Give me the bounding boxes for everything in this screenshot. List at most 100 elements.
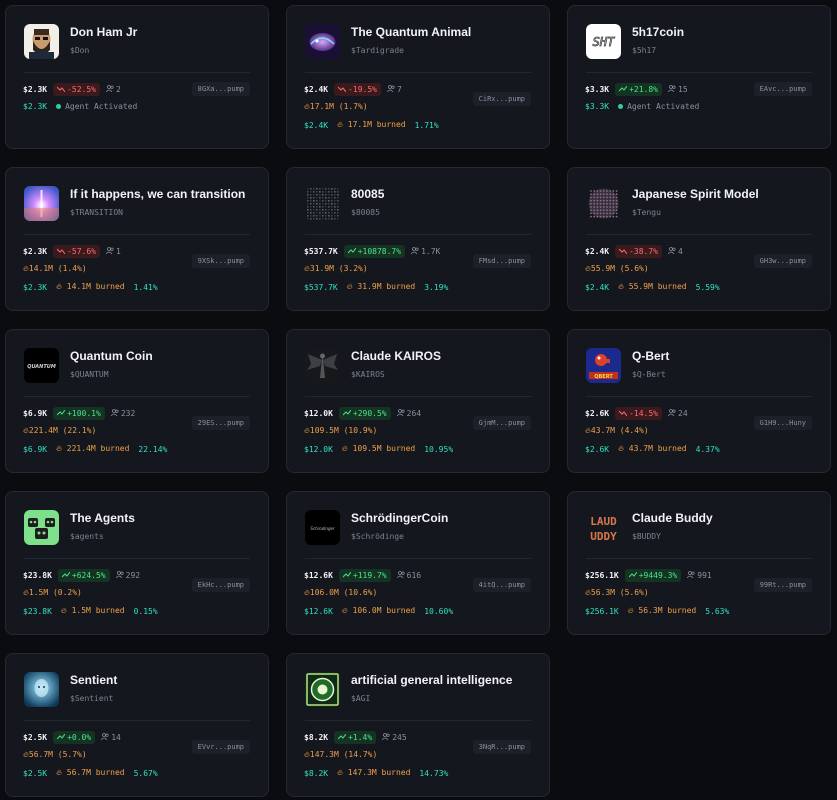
- price-change-badge: +9449.3%: [624, 569, 682, 582]
- contract-address-button[interactable]: EkHc...pump: [191, 578, 250, 592]
- token-card[interactable]: Sentient $Sentient $2.5K +0.0% 14 EVvr...pump…: [5, 653, 269, 797]
- contract-address-button[interactable]: GH3w...pump: [753, 254, 812, 268]
- price-change-value: +9449.3%: [638, 571, 678, 580]
- token-card[interactable]: LAUD UDDY Claude Buddy $BUDDY $256.1K +9449.3…: [567, 491, 831, 635]
- price-change-badge: +290.5%: [338, 407, 391, 420]
- token-card[interactable]: SHT 5h17coin $5h17 $3.3K +21.8% 15 EAvc...pump…: [567, 5, 831, 149]
- contract-address-button[interactable]: EVvr...pump: [191, 740, 250, 754]
- token-name[interactable]: 80085: [351, 187, 384, 201]
- token-card[interactable]: QUANTUM Quantum Coin $QUANTUM $6.9K +100.1% 2…: [5, 329, 269, 473]
- market-cap-teal: $12.6K: [304, 606, 333, 616]
- contract-address-button[interactable]: 29ES...pump: [191, 416, 250, 430]
- holders-count: 232: [110, 409, 135, 418]
- divider: [586, 234, 812, 235]
- holders-count: 15: [667, 85, 688, 94]
- contract-address-button[interactable]: 99Rt...pump: [753, 578, 812, 592]
- token-card[interactable]: Claude KAIROS $KAIROS $12.0K +290.5% 264 GjmM…: [286, 329, 550, 473]
- holders-value: 24: [678, 409, 688, 418]
- token-card[interactable]: QBERT Q-Bert $Q-Bert $2.6K -14.5% 24 G1H9...Hu…: [567, 329, 831, 473]
- price-change-badge: -38.7%: [615, 245, 662, 258]
- market-cap: $8.2K: [304, 733, 329, 742]
- token-name[interactable]: Claude KAIROS: [351, 349, 441, 363]
- users-icon: [115, 571, 126, 580]
- agent-status: Agent Activated: [618, 102, 699, 111]
- token-name[interactable]: SchrödingerCoin: [351, 511, 448, 525]
- burned-amount-value: 109.5M burned: [352, 444, 416, 453]
- burned-percent: 3.19%: [424, 282, 449, 292]
- burned-percent: 4.37%: [695, 444, 720, 454]
- token-name[interactable]: The Quantum Animal: [351, 25, 471, 39]
- contract-address-button[interactable]: 8GXa...pump: [191, 82, 250, 96]
- token-card[interactable]: 80085 $80085 $537.7K +10878.7% 1.7K FMsd...pu…: [286, 167, 550, 311]
- token-name[interactable]: artificial general intelligence: [351, 673, 512, 687]
- contract-address-button[interactable]: CiRx...pump: [472, 92, 531, 106]
- burn-stat: 🔥︎1.5M (0.2%): [23, 588, 82, 598]
- token-name[interactable]: The Agents: [70, 511, 135, 525]
- contract-address-button[interactable]: FMsd...pump: [472, 254, 531, 268]
- token-name[interactable]: Japanese Spirit Model: [632, 187, 759, 201]
- users-icon: [381, 733, 392, 742]
- burn-value: 221.4M (22.1%): [28, 426, 97, 435]
- market-cap: $2.3K: [23, 247, 48, 256]
- token-card[interactable]: The Quantum Animal $Tardigrade $2.4K -19.5%…: [286, 5, 550, 149]
- token-card[interactable]: The Agents $agents $23.8K +624.5% 292 EkHc...…: [5, 491, 269, 635]
- token-name[interactable]: 5h17coin: [632, 25, 684, 39]
- burn-summary: $537.7K 🔥︎ 31.9M burned 3.19%: [304, 282, 448, 292]
- burned-amount-value: 31.9M burned: [357, 282, 416, 291]
- contract-address-button[interactable]: GjmM...pump: [472, 416, 531, 430]
- trend-up-icon: [337, 733, 348, 742]
- market-cap-teal: $2.6K: [585, 444, 610, 454]
- burned-percent: 10.95%: [424, 444, 454, 454]
- burn-summary: $2.6K 🔥︎ 43.7M burned 4.37%: [585, 444, 720, 454]
- token-name[interactable]: If it happens, we can transition: [70, 187, 245, 201]
- burned-amount: 🔥︎ 221.4M burned: [56, 444, 129, 454]
- contract-address-button[interactable]: 4itQ...pump: [472, 578, 531, 592]
- svg-text:QBERT: QBERT: [594, 374, 613, 380]
- burn-stat: 🔥︎221.4M (22.1%): [23, 426, 96, 436]
- users-icon: [686, 571, 697, 580]
- fire-icon: 🔥︎: [341, 606, 348, 615]
- trend-down-icon: [618, 247, 629, 256]
- burned-amount: 🔥︎ 106.0M burned: [342, 606, 415, 616]
- purple-quantum-creature-icon: [305, 24, 340, 59]
- token-ticker: $AGI: [351, 694, 371, 703]
- burned-percent: 22.14%: [138, 444, 168, 454]
- token-name[interactable]: Quantum Coin: [70, 349, 153, 363]
- fire-icon: 🔥︎: [341, 444, 348, 453]
- users-icon: [396, 409, 407, 418]
- token-card[interactable]: Don Ham Jr $Don $2.3K -52.5% 2 8GXa...pump $2.…: [5, 5, 269, 149]
- market-cap-teal: $2.3K: [23, 282, 48, 292]
- market-cap-teal: $6.9K: [23, 444, 48, 454]
- token-card[interactable]: Schrodinger SchrödingerCoin $Schrödinge $12…: [286, 491, 550, 635]
- token-name[interactable]: Sentient: [70, 673, 117, 687]
- price-change-badge: +10878.7%: [343, 245, 406, 258]
- burn-value: 56.7M (5.7%): [28, 750, 87, 759]
- token-card[interactable]: If it happens, we can transition $TRANSIT…: [5, 167, 269, 311]
- token-card[interactable]: artificial general intelligence $AGI $8.2K…: [286, 653, 550, 797]
- price-change-value: +119.7%: [352, 571, 387, 580]
- svg-text:QUANTUM: QUANTUM: [27, 364, 56, 370]
- contract-address-button[interactable]: EAvc...pump: [753, 82, 812, 96]
- price-change-badge: +119.7%: [338, 569, 391, 582]
- divider: [305, 720, 531, 721]
- holders-count: 991: [686, 571, 712, 580]
- divider: [586, 396, 812, 397]
- status-dot-icon: [56, 104, 62, 109]
- token-card[interactable]: Japanese Spirit Model $Tengu $2.4K -38.7% 4 G…: [567, 167, 831, 311]
- burn-value: 109.5M (10.9%): [309, 426, 378, 435]
- token-name[interactable]: Claude Buddy: [632, 511, 713, 525]
- burn-stat: 🔥︎147.3M (14.7%): [304, 750, 377, 760]
- ascii-pattern-icon: [305, 186, 340, 221]
- contract-address-button[interactable]: 9XSk...pump: [191, 254, 250, 268]
- holders-value: 616: [406, 571, 422, 580]
- burned-amount: 🔥︎ 147.3M burned: [337, 768, 410, 778]
- agent-status: Agent Activated: [56, 102, 137, 111]
- agent-status-row: $2.3K Agent Activated: [23, 102, 137, 111]
- token-ticker: $Tengu: [632, 208, 661, 217]
- divider: [24, 720, 250, 721]
- trend-up-icon: [628, 571, 639, 580]
- token-name[interactable]: Don Ham Jr: [70, 25, 137, 39]
- contract-address-button[interactable]: G1H9...Huny: [753, 416, 812, 430]
- contract-address-button[interactable]: 3NqR...pump: [472, 740, 531, 754]
- token-name[interactable]: Q-Bert: [632, 349, 669, 363]
